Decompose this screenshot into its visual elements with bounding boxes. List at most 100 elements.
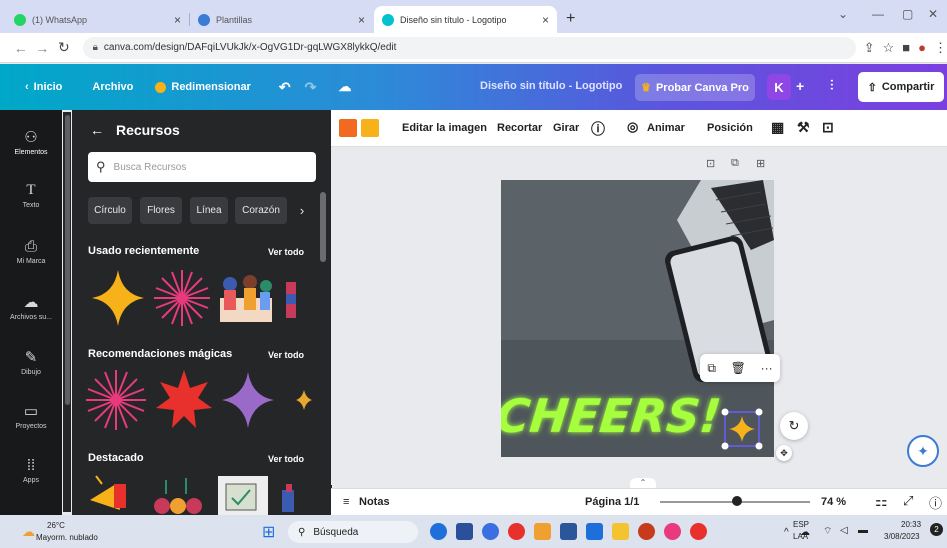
menu-icon[interactable]: ⋮ bbox=[934, 40, 947, 56]
info-icon[interactable]: ⓘ bbox=[591, 119, 605, 139]
wifi-icon[interactable]: ⌔ bbox=[823, 525, 832, 538]
more-icon[interactable]: ··· bbox=[761, 361, 773, 375]
taskbar-app-icon[interactable] bbox=[638, 523, 655, 540]
resize-button[interactable]: Redimensionar bbox=[155, 81, 251, 93]
taskbar-app-icon[interactable] bbox=[586, 523, 603, 540]
taskbar-app-icon[interactable] bbox=[664, 523, 681, 540]
help-icon[interactable]: ⓘ bbox=[929, 493, 942, 512]
avatar[interactable]: K bbox=[767, 74, 791, 100]
chevron-down-icon[interactable]: ⌄ bbox=[838, 7, 848, 21]
taskbar-app-icon[interactable] bbox=[690, 523, 707, 540]
color-swatch-yellow[interactable] bbox=[361, 119, 379, 137]
paint-roller-icon[interactable]: ⚒ bbox=[797, 119, 810, 136]
duplicate-icon[interactable]: ⧉ bbox=[731, 157, 739, 170]
rail-item-brand[interactable]: ⎙ Mi Marca bbox=[0, 238, 62, 265]
star-icon[interactable]: ☆ bbox=[883, 40, 895, 56]
chip-circulo[interactable]: Círculo bbox=[88, 197, 132, 224]
zoom-slider-knob[interactable] bbox=[732, 496, 742, 506]
rail-item-apps[interactable]: ⁞⁞ Apps bbox=[0, 457, 62, 484]
tab-whatsapp[interactable]: (1) WhatsApp × bbox=[6, 6, 190, 33]
rotate-icon[interactable]: ↻ bbox=[780, 412, 808, 440]
language-code[interactable]: ESP bbox=[793, 520, 809, 529]
close-icon[interactable]: × bbox=[542, 13, 549, 27]
fullscreen-icon[interactable]: ⤢ bbox=[903, 493, 913, 509]
chip-flores[interactable]: Flores bbox=[140, 197, 182, 224]
close-icon[interactable]: × bbox=[174, 13, 181, 27]
close-window-icon[interactable]: ✕ bbox=[928, 7, 938, 21]
chip-corazon[interactable]: Corazón bbox=[235, 197, 287, 224]
zoom-value[interactable]: 74 % bbox=[821, 496, 846, 508]
insights-icon[interactable]: ⫶ bbox=[830, 77, 834, 94]
chevron-up-icon[interactable]: ^ bbox=[784, 527, 789, 538]
cloud-saved-icon[interactable]: ☁ bbox=[338, 79, 351, 95]
taskbar-app-icon[interactable] bbox=[456, 523, 473, 540]
add-member-icon[interactable]: + bbox=[796, 78, 804, 94]
design-page[interactable]: CHEERS! bbox=[501, 180, 774, 457]
taskbar-app-icon[interactable] bbox=[482, 523, 499, 540]
position-button[interactable]: Posición bbox=[707, 122, 753, 134]
taskbar-app-icon[interactable] bbox=[430, 523, 447, 540]
try-pro-button[interactable]: ♛ Probar Canva Pro bbox=[635, 74, 755, 101]
grid-view-icon[interactable]: ⚏ bbox=[875, 493, 888, 510]
sidebar-icon[interactable]: ■ bbox=[902, 40, 910, 55]
see-all-recent[interactable]: Ver todo bbox=[268, 247, 304, 257]
transparency-icon[interactable]: ▦ bbox=[771, 119, 784, 136]
share-button[interactable]: ⇧ Compartir bbox=[858, 72, 944, 102]
magic-assistant-icon[interactable]: ✦ bbox=[907, 435, 939, 467]
add-page-icon[interactable]: ⊞ bbox=[756, 157, 765, 170]
notification-icon[interactable]: 2 bbox=[930, 523, 943, 536]
clock-date[interactable]: 3/08/2023 bbox=[884, 532, 920, 541]
share-page-icon[interactable]: ⇪ bbox=[864, 40, 875, 56]
weather-icon[interactable]: ☁ bbox=[22, 524, 35, 540]
panel-scrollbar-thumb[interactable] bbox=[320, 192, 326, 262]
page-indicator[interactable]: Página 1/1 bbox=[585, 496, 639, 508]
close-icon[interactable]: × bbox=[358, 13, 365, 27]
tab-design[interactable]: Diseño sin título - Logotipo × bbox=[374, 6, 557, 33]
profile-icon[interactable]: ● bbox=[918, 40, 926, 55]
rail-item-projects[interactable]: ▭ Proyectos bbox=[0, 402, 62, 430]
notes-button[interactable]: Notas bbox=[359, 496, 390, 508]
redo-icon[interactable]: ↷ bbox=[305, 79, 317, 96]
rail-item-text[interactable]: T Texto bbox=[0, 182, 62, 209]
rail-item-uploads[interactable]: ☁ Archivos su... bbox=[0, 293, 62, 321]
trash-icon[interactable]: 🗑︎ bbox=[731, 361, 746, 375]
see-all-magic[interactable]: Ver todo bbox=[268, 350, 304, 360]
flip-button[interactable]: Girar bbox=[553, 122, 579, 134]
rail-item-draw[interactable]: ✎ Dibujo bbox=[0, 348, 62, 376]
battery-icon[interactable]: ▬ bbox=[858, 525, 868, 536]
word-icon[interactable] bbox=[560, 523, 577, 540]
lock-icon[interactable]: ⊡ bbox=[706, 157, 715, 170]
reload-icon[interactable]: ↻ bbox=[53, 39, 75, 56]
maximize-icon[interactable]: ▢ bbox=[902, 7, 913, 21]
search-input[interactable]: ⚲ Busca Recursos bbox=[88, 152, 316, 182]
file-menu[interactable]: Archivo bbox=[92, 81, 133, 93]
forward-icon[interactable]: → bbox=[32, 40, 54, 56]
taskbar-search[interactable]: ⚲ Búsqueda bbox=[288, 521, 418, 543]
language-layout[interactable]: LAA bbox=[793, 532, 808, 541]
move-icon[interactable]: ✥ bbox=[776, 445, 792, 461]
home-link[interactable]: ‹ Inicio bbox=[25, 81, 62, 93]
new-tab-icon[interactable]: + bbox=[566, 10, 575, 28]
volume-icon[interactable]: ◁ bbox=[840, 525, 848, 536]
tab-plantillas[interactable]: Plantillas × bbox=[190, 6, 373, 33]
file-explorer-icon[interactable] bbox=[612, 523, 629, 540]
color-swatch-orange[interactable] bbox=[339, 119, 357, 137]
back-arrow-icon[interactable]: ← bbox=[90, 122, 104, 138]
edit-image-button[interactable]: Editar la imagen bbox=[402, 122, 487, 134]
rail-scrollbar-thumb[interactable] bbox=[65, 115, 70, 405]
clock-time[interactable]: 20:33 bbox=[901, 520, 921, 529]
duplicate-icon[interactable]: ⧉ bbox=[707, 361, 716, 376]
rail-item-elements[interactable]: ⚇ Elementos bbox=[0, 128, 62, 156]
see-all-featured[interactable]: Ver todo bbox=[268, 454, 304, 464]
url-field[interactable]: 🔒︎ canva.com/design/DAFqiLVUkJk/x-OgVG1D… bbox=[82, 36, 856, 59]
taskbar-app-icon[interactable] bbox=[534, 523, 551, 540]
minimize-icon[interactable]: — bbox=[872, 7, 884, 21]
animate-button[interactable]: Animar bbox=[647, 122, 685, 134]
undo-icon[interactable]: ↶ bbox=[279, 79, 291, 96]
chevron-right-icon[interactable]: › bbox=[292, 197, 312, 224]
chip-linea[interactable]: Línea bbox=[190, 197, 228, 224]
windows-start-icon[interactable]: ⊞ bbox=[262, 522, 275, 542]
chrome-icon[interactable] bbox=[508, 523, 525, 540]
lock-icon[interactable]: ⊡ bbox=[822, 119, 834, 136]
crop-button[interactable]: Recortar bbox=[497, 122, 542, 134]
